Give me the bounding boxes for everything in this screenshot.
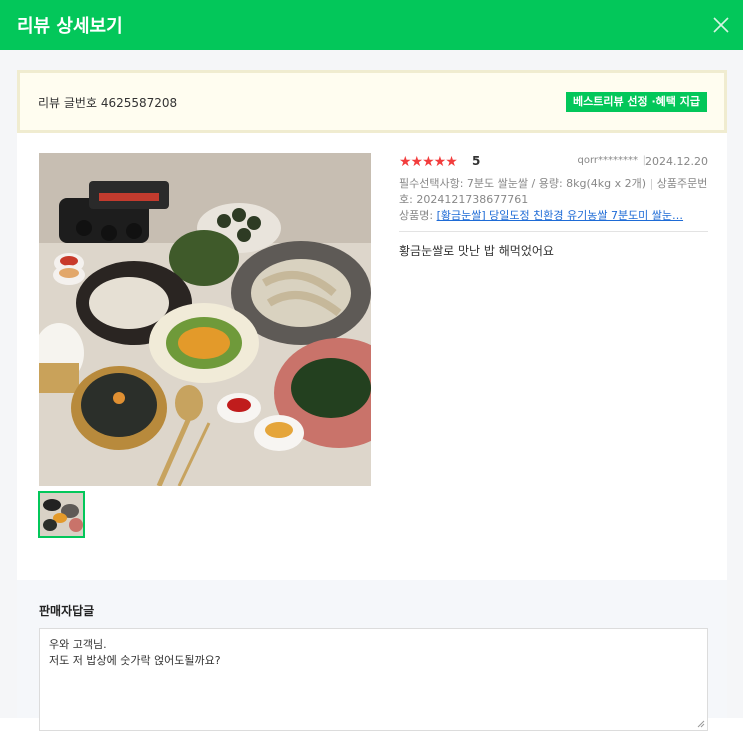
modal-title: 리뷰 상세보기 [17, 16, 123, 37]
review-notice: 리뷰 글번호 4625587208 베스트리뷰 선정 ·혜택 지급 [17, 70, 727, 133]
modal-body: 리뷰 글번호 4625587208 베스트리뷰 선정 ·혜택 지급 ★★★★★ … [0, 50, 743, 731]
reviewer-id: qorr******** [577, 155, 638, 166]
modal-header: 리뷰 상세보기 [0, 0, 743, 50]
review-number: 리뷰 글번호 4625587208 [38, 96, 178, 110]
review-options: 필수선택사항: 7분도 쌀눈쌀 / 용량: 8kg(4kg x 2개) | 상품… [399, 176, 708, 208]
best-review-badge: 베스트리뷰 선정 ·혜택 지급 [566, 92, 707, 112]
product-label: 상품명: [399, 209, 434, 222]
product-link[interactable]: [황금눈쌀] 당일도정 친환경 유기농쌀 7분도미 쌀눈… [437, 209, 683, 222]
seller-reply-heading: 판매자답글 [39, 604, 95, 618]
close-icon[interactable] [711, 15, 731, 35]
option-text: 필수선택사항: 7분도 쌀눈쌀 / 용량: 8kg(4kg x 2개) [399, 177, 647, 190]
photo-thumbnail[interactable] [38, 491, 85, 538]
seller-reply-textarea[interactable]: 우와 고객님. 저도 저 밥상에 숫가락 얹어도될까요? [39, 628, 708, 731]
review-date: 2024.12.20 [645, 155, 708, 168]
rating-score: 5 [472, 154, 481, 168]
resize-handle-icon[interactable] [697, 720, 705, 728]
review-meta: ★★★★★ 5 qorr******** | 2024.12.20 필수선택사항… [399, 153, 708, 259]
product-row: 상품명: [황금눈쌀] 당일도정 친환경 유기농쌀 7분도미 쌀눈… [399, 208, 708, 224]
reply-line: 저도 저 밥상에 숫가락 얹어도될까요? [49, 654, 221, 667]
rating-row: ★★★★★ 5 qorr******** | 2024.12.20 [399, 153, 708, 171]
seller-reply-section: 판매자답글 우와 고객님. 저도 저 밥상에 숫가락 얹어도될까요? [17, 580, 727, 731]
separator: | [649, 177, 657, 190]
reply-line: 우와 고객님. [49, 638, 107, 651]
star-rating-icon: ★★★★★ [399, 154, 458, 170]
review-content: 황금눈쌀로 맛난 밥 해먹었어요 [399, 244, 554, 258]
review-card: 리뷰 글번호 4625587208 베스트리뷰 선정 ·혜택 지급 ★★★★★ … [17, 70, 727, 731]
divider [399, 231, 708, 232]
review-photo[interactable] [39, 153, 371, 486]
